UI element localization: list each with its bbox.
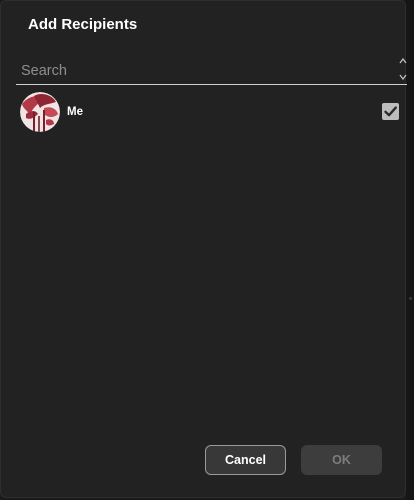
- recipient-checkbox[interactable]: [382, 103, 399, 120]
- add-recipients-dialog: Add Recipients Me: [0, 0, 407, 498]
- cancel-button[interactable]: Cancel: [205, 445, 286, 475]
- search-field[interactable]: [16, 56, 407, 85]
- checkmark-icon: [384, 106, 397, 117]
- ok-button[interactable]: OK: [301, 445, 382, 475]
- rose-avatar-icon: [20, 92, 60, 132]
- chevron-down-icon[interactable]: [399, 74, 407, 80]
- recipient-list-item[interactable]: Me: [16, 89, 402, 135]
- dialog-title: Add Recipients: [28, 16, 138, 33]
- background-dot: [409, 297, 412, 300]
- background-window-edge: [406, 0, 414, 500]
- chevron-up-icon[interactable]: [399, 58, 407, 64]
- recipient-name: Me: [67, 106, 83, 118]
- search-input[interactable]: [21, 60, 391, 82]
